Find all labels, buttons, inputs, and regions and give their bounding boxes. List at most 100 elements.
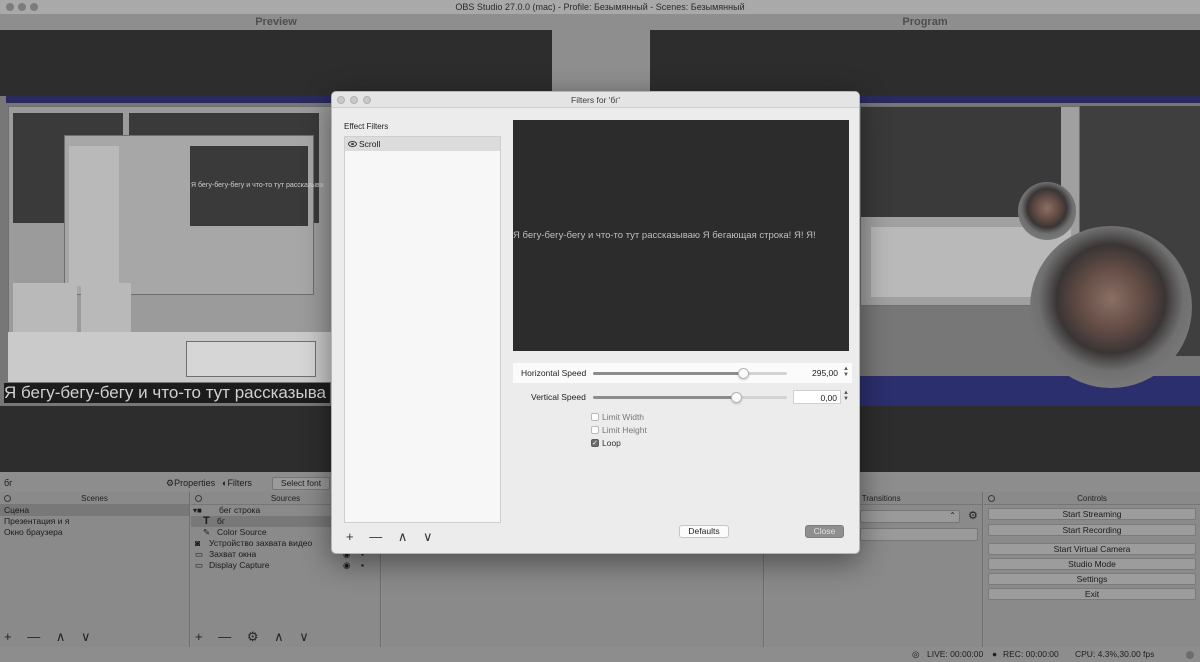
captured-purple-wall	[860, 376, 1200, 406]
defaults-button[interactable]: Defaults	[679, 525, 729, 538]
horizontal-speed-fill	[593, 372, 745, 375]
scenes-toolbar[interactable]: + — ∧ ∨	[0, 627, 189, 647]
scenes-title: Scenes	[81, 494, 108, 503]
scenes-dock: Scenes Сцена Презентация и я Окно браузе…	[0, 492, 190, 647]
scenes-header: Scenes	[0, 492, 189, 505]
window-title: OBS Studio 27.0.0 (mac) - Profile: Безым…	[455, 2, 745, 12]
filter-item-label: Scroll	[359, 139, 381, 149]
webcam-large-circle	[1030, 226, 1192, 388]
vertical-speed-label: Vertical Speed	[531, 392, 586, 402]
properties-button[interactable]: ⚙Properties	[166, 478, 215, 489]
source-label: Display Capture	[209, 560, 270, 570]
checkbox-icon[interactable]	[591, 413, 599, 421]
captured-scenes	[13, 283, 77, 333]
horizontal-speed-slider[interactable]	[593, 368, 787, 379]
connection-status-icon	[1186, 651, 1194, 659]
source-label: бг	[217, 516, 225, 526]
vertical-speed-value[interactable]: 0,00	[793, 390, 841, 404]
loop-label: Loop	[602, 438, 621, 448]
start-recording-button[interactable]: Start Recording	[988, 524, 1196, 536]
camera-icon: ◙	[195, 538, 201, 548]
zoom-window-button[interactable]	[30, 3, 38, 11]
monitor-icon: ▭	[195, 560, 204, 570]
preview-canvas-top[interactable]	[0, 30, 552, 96]
dialog-minimize-button[interactable]	[350, 96, 358, 104]
checkbox-checked-icon[interactable]	[591, 438, 599, 450]
webcam-small-circle	[1018, 182, 1076, 240]
sources-toolbar[interactable]: + — ⚙ ∧ ∨	[191, 627, 380, 647]
loop-checkbox[interactable]: Loop	[591, 437, 621, 450]
filters-dialog-titlebar: Filters for 'бг'	[332, 92, 859, 108]
program-canvas-top[interactable]	[650, 30, 1200, 96]
folder-icon: ▾■	[193, 506, 202, 515]
window-titlebar: OBS Studio 27.0.0 (mac) - Profile: Безым…	[0, 0, 1200, 14]
studio-mode-button[interactable]: Studio Mode	[988, 558, 1196, 570]
signal-icon: ◎	[912, 649, 920, 659]
filter-list-toolbar[interactable]: + — ∧ ∨	[346, 529, 438, 545]
stepper-arrows-icon[interactable]: ▲ ▼	[843, 390, 849, 402]
exit-button[interactable]: Exit	[988, 588, 1196, 600]
select-font-button[interactable]: Select font	[272, 477, 330, 490]
dialog-close-button[interactable]	[337, 96, 345, 104]
start-virtual-camera-button[interactable]: Start Virtual Camera	[988, 543, 1196, 555]
start-streaming-button[interactable]: Start Streaming	[988, 508, 1196, 520]
program-label: Program	[902, 16, 948, 28]
vertical-speed-row: Vertical Speed 0,00 ▲ ▼	[513, 387, 852, 407]
lock-icon[interactable]: ▪	[361, 560, 364, 571]
filter-item-scroll[interactable]: Scroll	[345, 137, 500, 151]
transition-duration-field[interactable]	[860, 528, 978, 541]
scene-item[interactable]: Презентация и я	[0, 516, 189, 527]
dock-float-icon[interactable]	[4, 495, 11, 502]
captured-sources	[81, 283, 131, 333]
filters-dialog: Filters for 'бг' Effect Filters Scroll +…	[331, 91, 860, 554]
brush-icon: ✎	[203, 527, 211, 537]
captured-filters-window: Я бегу-бегу-бегу и что-то тут рассказыва	[64, 135, 324, 295]
source-label: Захват окна	[209, 549, 257, 559]
status-bar: ◎ LIVE: 00:00:00 ● REC: 00:00:00 CPU: 4.…	[0, 647, 1200, 662]
minimize-window-button[interactable]	[18, 3, 26, 11]
stepper-arrows-icon[interactable]: ▲ ▼	[843, 366, 849, 378]
source-item[interactable]: ▭ Display Capture ◉ ▪	[191, 560, 380, 571]
transition-settings-gear-icon[interactable]: ⚙	[968, 509, 978, 522]
close-button[interactable]: Close	[805, 525, 844, 538]
visibility-eye-icon[interactable]: ◉	[343, 560, 350, 571]
horizontal-speed-value[interactable]: 295,00	[793, 366, 841, 380]
filters-label: Filters	[227, 478, 252, 488]
filter-preview-text: Я бегу-бегу-бегу и что-то тут рассказыва…	[513, 230, 816, 241]
transition-select[interactable]: ⌃	[860, 510, 960, 523]
horizontal-speed-label: Horizontal Speed	[521, 368, 587, 378]
captured-small-marquee: Я бегу-бегу-бегу и что-то тут рассказыва	[191, 182, 324, 189]
preview-marquee-text: Я бегу-бегу-бегу и что-то тут рассказыва	[4, 383, 330, 403]
chevron-updown-icon: ⌃	[949, 511, 956, 520]
settings-button[interactable]: Settings	[988, 573, 1196, 585]
close-window-button[interactable]	[6, 3, 14, 11]
filters-dialog-title: Filters for 'бг'	[571, 95, 620, 105]
scene-item[interactable]: Окно браузера	[0, 527, 189, 538]
eye-icon[interactable]	[348, 141, 357, 147]
controls-header: Controls	[984, 492, 1200, 505]
vertical-speed-knob[interactable]	[730, 392, 742, 403]
source-label: бег строка	[219, 505, 261, 515]
preview-label: Preview	[255, 16, 297, 28]
gear-icon: ⚙	[166, 478, 175, 488]
vertical-speed-slider[interactable]	[593, 392, 787, 403]
limit-width-checkbox[interactable]: Limit Width	[591, 411, 644, 423]
limit-height-checkbox[interactable]: Limit Height	[591, 424, 647, 436]
checkbox-icon[interactable]	[591, 426, 599, 434]
horizontal-speed-knob[interactable]	[738, 368, 750, 379]
limit-width-label: Limit Width	[602, 412, 645, 422]
captured-browser-card	[186, 341, 316, 377]
rec-timer: REC: 00:00:00	[1003, 649, 1059, 659]
dialog-zoom-button[interactable]	[363, 96, 371, 104]
dock-float-icon[interactable]	[988, 495, 995, 502]
live-timer: LIVE: 00:00:00	[927, 649, 984, 659]
scene-item[interactable]: Сцена	[0, 505, 189, 516]
source-label: Устройство захвата видео	[209, 538, 313, 548]
record-dot-icon: ●	[992, 649, 998, 659]
effect-filters-label: Effect Filters	[344, 122, 389, 131]
captured-obs-window: Я бегу-бегу-бегу и что-то тут рассказыва	[8, 106, 332, 338]
source-label: Color Source	[217, 527, 267, 537]
effect-filters-list: Scroll	[344, 136, 501, 523]
filters-button[interactable]: ◐Filters	[222, 478, 252, 488]
dock-float-icon[interactable]	[195, 495, 202, 502]
